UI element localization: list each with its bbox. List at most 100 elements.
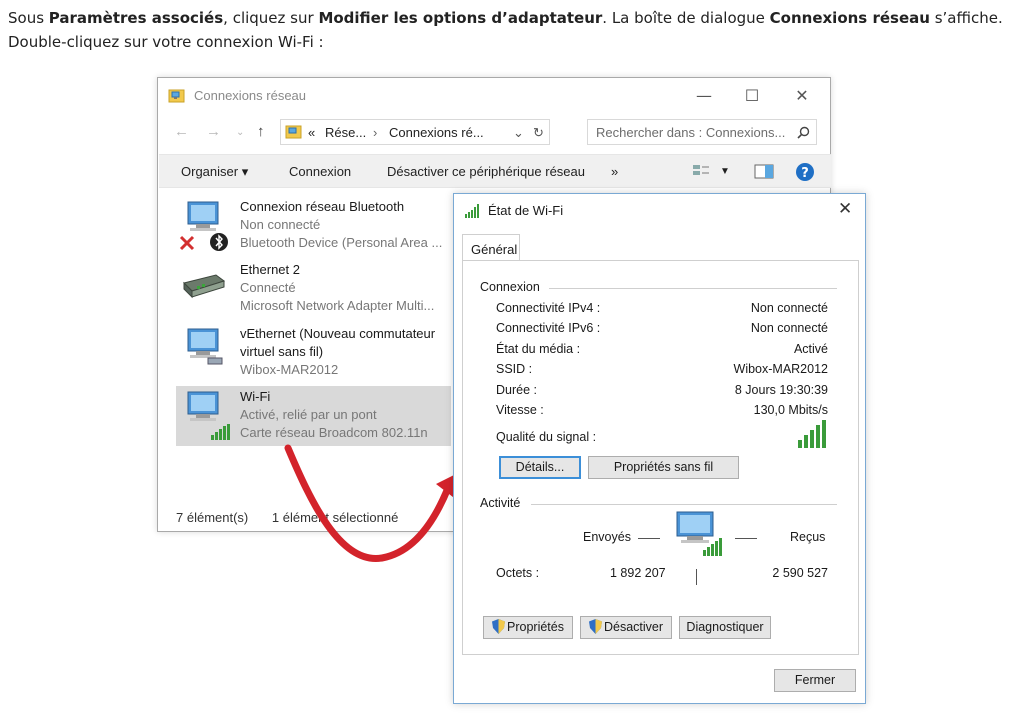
tab-general[interactable]: Général: [462, 234, 520, 263]
list-item-vethernet[interactable]: vEthernet (Nouveau commutateur virtuel s…: [176, 323, 451, 383]
network-adapter-icon: [187, 328, 223, 365]
item-name-continued: virtuel sans fil): [240, 344, 324, 359]
network-folder-icon: [285, 125, 302, 139]
bluetooth-icon: [210, 233, 228, 251]
refresh-icon[interactable]: ↻: [533, 125, 544, 141]
signal-strength-icon: [798, 420, 826, 448]
maximize-button[interactable]: ☐: [738, 84, 766, 108]
wifi-status-dialog: État de Wi-Fi ✕ Général Connexion Connec…: [453, 193, 866, 704]
search-icon: [797, 126, 810, 139]
signal-bar: [804, 435, 808, 448]
bytes-label: Octets :: [496, 566, 540, 580]
close-icon[interactable]: ✕: [838, 199, 852, 219]
media-state-value: Activé: [793, 342, 828, 356]
breadcrumb-network[interactable]: Rése...: [325, 125, 366, 140]
activity-group-title: Activité: [480, 496, 521, 510]
disable-button[interactable]: Désactiver: [580, 616, 672, 639]
address-row: ← → ⌄ ↑ « Rése... › Connexions ré... ⌄ ↻…: [158, 118, 830, 148]
item-device: Carte réseau Broadcom 802.11n: [240, 425, 428, 440]
list-item-wifi[interactable]: Wi-Fi Activé, relié par un pont Carte ré…: [176, 386, 451, 446]
ipv4-value: Non connecté: [750, 301, 828, 315]
disable-device-button[interactable]: Désactiver ce périphérique réseau: [387, 164, 585, 179]
item-name: Connexion réseau Bluetooth: [240, 199, 405, 214]
more-commands-button[interactable]: »: [611, 164, 618, 179]
ipv6-value: Non connecté: [750, 321, 828, 335]
preview-pane-icon[interactable]: [754, 164, 774, 179]
network-folder-icon: [168, 89, 185, 103]
dialog-title: État de Wi-Fi: [488, 203, 564, 218]
diagnose-button[interactable]: Diagnostiquer: [679, 616, 771, 639]
item-name: vEthernet (Nouveau commutateur: [240, 326, 436, 341]
list-item-bluetooth[interactable]: Connexion réseau Bluetooth Non connecté …: [176, 196, 451, 256]
search-input[interactable]: Rechercher dans : Connexions...: [587, 119, 817, 145]
up-arrow-icon[interactable]: ↑: [257, 123, 265, 140]
view-options-icon[interactable]: [692, 164, 710, 180]
signal-quality-label: Qualité du signal :: [496, 430, 597, 444]
received-line: [735, 538, 757, 539]
media-state-label: État du média :: [496, 342, 581, 356]
item-name: Ethernet 2: [240, 262, 300, 277]
item-count: 7 élément(s): [176, 510, 249, 525]
disconnected-x-icon: [179, 235, 195, 251]
signal-bar: [798, 440, 802, 448]
properties-button[interactable]: Propriétés: [483, 616, 573, 639]
details-button[interactable]: Détails...: [499, 456, 581, 479]
selection-count: 1 élément sélectionné: [271, 510, 399, 525]
uac-shield-icon: [492, 619, 505, 634]
wifi-signal-icon: [465, 204, 479, 218]
breadcrumb-overflow[interactable]: «: [308, 125, 315, 140]
minimize-button[interactable]: —: [690, 84, 718, 108]
item-device: Microsoft Network Adapter Multi...: [240, 298, 435, 313]
item-name: Wi-Fi: [240, 389, 271, 404]
duration-value: 8 Jours 19:30:39: [734, 383, 828, 397]
bytes-sent-value: 1 892 207: [610, 566, 666, 580]
sent-label: Envoyés: [583, 530, 631, 544]
ssid-value: Wibox-MAR2012: [733, 362, 828, 376]
item-status: Activé, relié par un pont: [240, 407, 377, 422]
item-status: Connecté: [240, 280, 296, 295]
chevron-down-icon[interactable]: ⌄: [513, 125, 524, 141]
close-button[interactable]: Fermer: [774, 669, 856, 692]
search-placeholder: Rechercher dans : Connexions...: [596, 125, 786, 140]
received-label: Reçus: [790, 530, 826, 544]
window-title: Connexions réseau: [194, 88, 307, 103]
activity-divider: [696, 569, 697, 585]
item-status: Non connecté: [240, 217, 321, 232]
uac-shield-icon: [588, 619, 602, 634]
connect-button[interactable]: Connexion: [289, 164, 351, 179]
ethernet-adapter-icon: [183, 274, 226, 299]
group-divider: [549, 288, 837, 289]
tab-strip: Général: [462, 232, 859, 263]
sent-line: [638, 538, 660, 539]
signal-bar: [810, 430, 814, 448]
command-bar: Organiser ▾ Connexion Désactiver ce péri…: [159, 154, 831, 188]
duration-label: Durée :: [496, 383, 537, 397]
breadcrumb-connections[interactable]: Connexions ré...: [389, 125, 484, 140]
ipv6-label: Connectivité IPv6 :: [496, 321, 601, 335]
svg-text:?: ?: [801, 166, 809, 181]
wifi-signal-icon: [211, 424, 230, 440]
network-activity-icon: [676, 511, 722, 556]
breadcrumb-separator: ›: [373, 125, 378, 140]
ipv4-label: Connectivité IPv4 :: [496, 301, 601, 315]
item-device: Bluetooth Device (Personal Area ...: [240, 235, 443, 250]
forward-arrow-icon[interactable]: →: [206, 123, 221, 140]
address-bar[interactable]: « Rése... › Connexions ré... ⌄ ↻: [280, 119, 550, 145]
back-arrow-icon[interactable]: ←: [174, 123, 189, 140]
recent-dropdown-icon[interactable]: ⌄: [236, 127, 244, 138]
organize-button[interactable]: Organiser ▾: [181, 164, 248, 180]
speed-value: 130,0 Mbits/s: [753, 403, 828, 417]
view-dropdown-icon[interactable]: ▼: [720, 166, 730, 177]
help-icon[interactable]: ?: [795, 162, 815, 182]
instruction-text: Sous Paramètres associés, cliquez sur Mo…: [8, 9, 1003, 51]
speed-label: Vitesse :: [496, 403, 544, 417]
connection-group-title: Connexion: [480, 280, 540, 294]
general-panel: Connexion Connectivité IPv4 : Non connec…: [462, 260, 859, 655]
close-button[interactable]: ✕: [788, 84, 816, 108]
group-divider: [531, 504, 837, 505]
wireless-properties-button[interactable]: Propriétés sans fil: [588, 456, 739, 479]
item-device: Wibox-MAR2012: [240, 362, 339, 377]
signal-bar: [816, 425, 820, 448]
bytes-received-value: 2 590 527: [772, 566, 828, 580]
list-item-ethernet[interactable]: Ethernet 2 Connecté Microsoft Network Ad…: [176, 259, 451, 319]
